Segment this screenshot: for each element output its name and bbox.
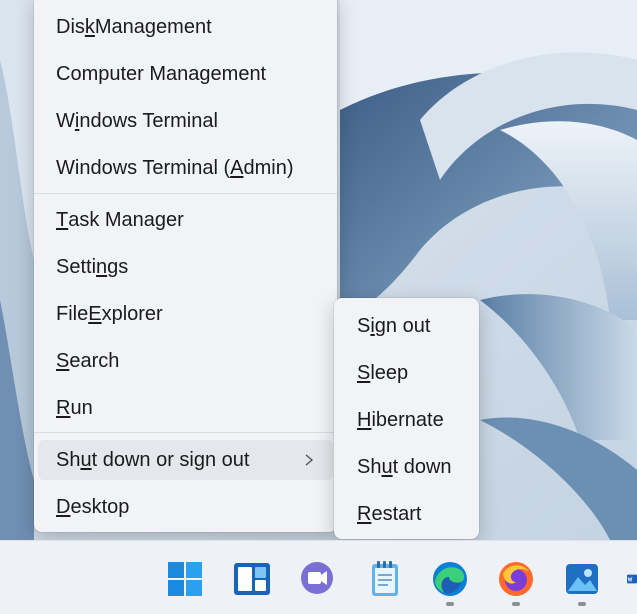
menu-separator	[34, 193, 337, 194]
windows-start-icon[interactable]	[166, 560, 204, 598]
menu-item-windows-terminal[interactable]: Wi ndows Terminal	[34, 101, 337, 141]
submenu-item-restart[interactable]: Restart	[334, 494, 479, 534]
menu-separator	[34, 432, 337, 433]
photos-icon[interactable]	[563, 560, 601, 598]
running-indicator	[578, 602, 586, 606]
edge-icon[interactable]	[431, 560, 469, 598]
menu-item-file-explorer[interactable]: File Explorer	[34, 294, 337, 334]
menu-item-computer-management[interactable]: Computer Mana g ement	[34, 54, 337, 94]
submenu-item-hibernate[interactable]: Hibernate	[334, 400, 479, 440]
menu-item-task-manager[interactable]: Task Manager	[34, 200, 337, 240]
firefox-icon[interactable]	[497, 560, 535, 598]
quick-link-context-menu: Dis k Management Computer Mana g ement Wi nd…	[34, 0, 337, 532]
running-indicator	[446, 602, 454, 606]
menu-item-shut-down-or-sign-out[interactable]: Sh u t down or sign out	[38, 440, 333, 480]
menu-item-settings[interactable]: Setti n gs	[34, 247, 337, 287]
taskbar	[0, 540, 637, 614]
menu-item-windows-terminal-admin[interactable]: Windows Terminal (Admin)	[34, 148, 337, 188]
teams-chat-icon[interactable]	[298, 560, 336, 598]
menu-item-desktop[interactable]: Desktop	[34, 487, 337, 527]
menu-item-disk-management[interactable]: Dis k Management	[34, 7, 337, 47]
submenu-item-shut-down[interactable]: Sh u t down	[334, 447, 479, 487]
chevron-right-icon	[305, 454, 314, 466]
word-icon[interactable]	[627, 560, 637, 598]
shut-down-submenu: Si gn out Sleep Hibernate Sh u t down Resta…	[334, 298, 479, 539]
submenu-item-sleep[interactable]: Sleep	[334, 353, 479, 393]
menu-item-search[interactable]: Search	[34, 341, 337, 381]
widgets-icon[interactable]	[233, 560, 271, 598]
notepad-icon[interactable]	[366, 560, 404, 598]
menu-item-run[interactable]: Run	[34, 388, 337, 428]
running-indicator	[512, 602, 520, 606]
submenu-item-sign-out[interactable]: Si gn out	[334, 306, 479, 346]
